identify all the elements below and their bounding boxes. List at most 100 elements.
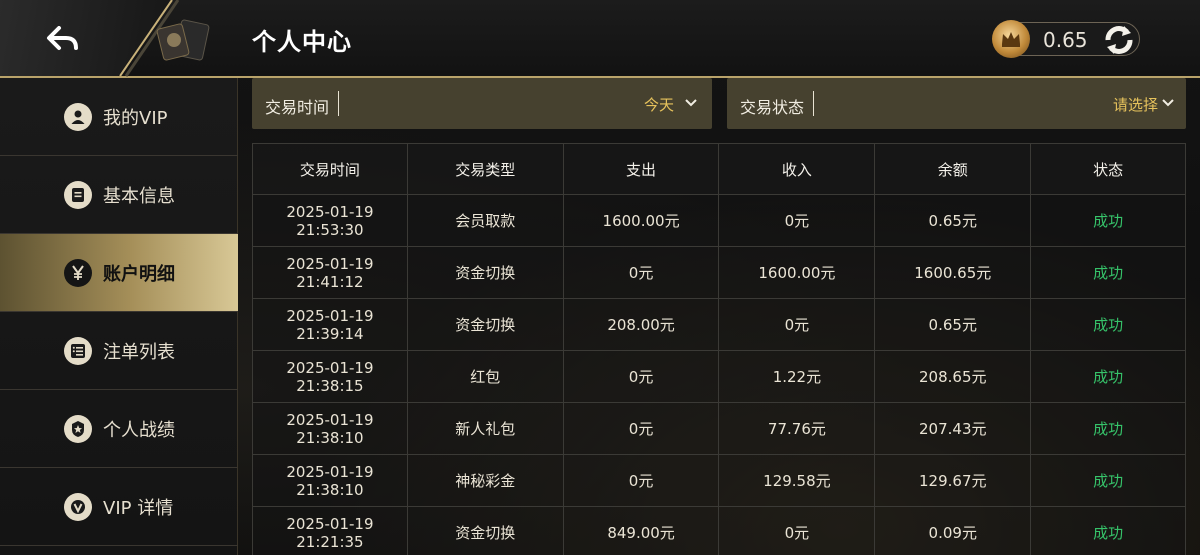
cell-balance: 129.67元 [874, 454, 1032, 507]
sidebar-item-vip-details[interactable]: VIP 详情 [0, 468, 238, 546]
cell-status: 成功 [1030, 454, 1186, 507]
cell-date-text: 2025-01-19 [286, 254, 374, 273]
cell-expense: 0元 [562, 350, 720, 403]
cell-type: 红包 [406, 350, 564, 403]
cell-time-text: 21:41:12 [296, 272, 364, 291]
cell-expense: 1600.00元 [562, 194, 720, 247]
cell-date-text: 2025-01-19 [286, 306, 374, 325]
sidebar-item-bet-list[interactable]: 注单列表 [0, 312, 238, 390]
transaction-status-filter[interactable]: 交易状态 请选择 [727, 78, 1186, 129]
transaction-time-filter[interactable]: 交易时间 今天 [252, 78, 712, 129]
cell-type: 会员取款 [406, 194, 564, 247]
sidebar-item-label: 注单列表 [103, 341, 175, 363]
chevron-down-icon [1162, 99, 1174, 107]
cell-balance: 207.43元 [874, 402, 1032, 455]
cell-income: 129.58元 [718, 454, 876, 507]
cell-time-text: 21:21:35 [296, 532, 364, 551]
cell-time: 2025-01-19 21:38:15 [252, 350, 408, 403]
cell-type: 神秘彩金 [406, 454, 564, 507]
cell-income: 1.22元 [718, 350, 876, 403]
cell-income: 0元 [718, 298, 876, 351]
cell-status: 成功 [1030, 246, 1186, 299]
cell-expense: 849.00元 [562, 506, 720, 555]
cell-balance: 208.65元 [874, 350, 1032, 403]
table-row[interactable]: 2025-01-19 21:21:35 资金切换 849.00元 0元 0.09元… [252, 506, 1186, 555]
crown-coin-icon [992, 20, 1030, 58]
cell-type: 资金切换 [406, 246, 564, 299]
cell-balance: 1600.65元 [874, 246, 1032, 299]
cell-status: 成功 [1030, 194, 1186, 247]
status-filter-value: 请选择 [1113, 96, 1159, 114]
table-row[interactable]: 2025-01-19 21:38:10 神秘彩金 0元 129.58元 129.6… [252, 454, 1186, 507]
back-arrow-icon [47, 26, 78, 50]
time-filter-value: 今天 [644, 96, 675, 114]
cell-expense: 0元 [562, 402, 720, 455]
filter-label: 交易时间 [265, 98, 330, 117]
cell-time: 2025-01-19 21:21:35 [252, 506, 408, 555]
table-row[interactable]: 2025-01-19 21:38:15 红包 0元 1.22元 208.65元 成… [252, 350, 1186, 403]
cell-time-text: 21:38:10 [296, 480, 364, 499]
cell-time-text: 21:38:15 [296, 376, 364, 395]
cell-status: 成功 [1030, 298, 1186, 351]
top-bar: 个人中心 0.65 [0, 0, 1200, 78]
cell-balance: 0.09元 [874, 506, 1032, 555]
cell-time: 2025-01-19 21:38:10 [252, 454, 408, 507]
filter-divider [338, 91, 339, 116]
cell-income: 0元 [718, 194, 876, 247]
cell-expense: 0元 [562, 246, 720, 299]
column-header: 支出 [562, 143, 720, 195]
cell-income: 0元 [718, 506, 876, 555]
cell-expense: 208.00元 [562, 298, 720, 351]
sidebar-item-label: VIP 详情 [103, 497, 174, 519]
cell-balance: 0.65元 [874, 194, 1032, 247]
cell-date-text: 2025-01-19 [286, 410, 374, 429]
cell-date-text: 2025-01-19 [286, 202, 374, 221]
sidebar-item-label: 账户明细 [103, 263, 175, 285]
cell-time: 2025-01-19 21:53:30 [252, 194, 408, 247]
sidebar-item-account-details[interactable]: 账户明细 [0, 234, 238, 312]
column-header: 交易时间 [252, 143, 408, 195]
column-header: 收入 [718, 143, 876, 195]
table-row[interactable]: 2025-01-19 21:53:30 会员取款 1600.00元 0元 0.65… [252, 194, 1186, 247]
sidebar-item-personal-record[interactable]: 个人战绩 [0, 390, 238, 468]
transactions-table: 交易时间 交易类型 支出 收入 余额 状态 2025-01-19 21:53:30… [252, 143, 1186, 555]
cell-time: 2025-01-19 21:39:14 [252, 298, 408, 351]
balance-value: 0.65 [1043, 28, 1088, 52]
cell-time: 2025-01-19 21:38:10 [252, 402, 408, 455]
cell-type: 新人礼包 [406, 402, 564, 455]
cell-time-text: 21:38:10 [296, 428, 364, 447]
chevron-down-icon [685, 99, 697, 107]
sidebar-item-label: 我的VIP [103, 107, 168, 129]
cell-type: 资金切换 [406, 298, 564, 351]
table-row[interactable]: 2025-01-19 21:39:14 资金切换 208.00元 0元 0.65元… [252, 298, 1186, 351]
back-button[interactable] [38, 18, 88, 60]
column-header: 交易类型 [406, 143, 564, 195]
sidebar-item-label: 基本信息 [103, 185, 175, 207]
column-header: 状态 [1030, 143, 1186, 195]
list-icon [64, 336, 92, 365]
user-icon [64, 102, 92, 131]
refresh-icon[interactable] [1100, 22, 1138, 58]
sidebar-item-label: 个人战绩 [103, 419, 175, 441]
cell-income: 77.76元 [718, 402, 876, 455]
medal-icon [64, 414, 92, 443]
cell-balance: 0.65元 [874, 298, 1032, 351]
filter-label: 交易状态 [740, 98, 805, 117]
table-row[interactable]: 2025-01-19 21:38:10 新人礼包 0元 77.76元 207.43… [252, 402, 1186, 455]
vip-badge-icon [64, 492, 92, 521]
table-row[interactable]: 2025-01-19 21:41:12 资金切换 0元 1600.00元 1600… [252, 246, 1186, 299]
cards-decoration-icon [156, 19, 210, 61]
cell-time-text: 21:53:30 [296, 220, 364, 239]
sidebar-item-my-vip[interactable]: 我的VIP [0, 78, 238, 156]
cell-time: 2025-01-19 21:41:12 [252, 246, 408, 299]
cell-status: 成功 [1030, 402, 1186, 455]
cell-time-text: 21:39:14 [296, 324, 364, 343]
yen-icon [64, 258, 92, 287]
cell-date-text: 2025-01-19 [286, 358, 374, 377]
column-header: 余额 [874, 143, 1032, 195]
cell-date-text: 2025-01-19 [286, 514, 374, 533]
sidebar: 我的VIP 基本信息 账户明细 注单列表 个人战绩 VIP 详情 [0, 78, 238, 555]
cell-status: 成功 [1030, 350, 1186, 403]
sidebar-item-basic-info[interactable]: 基本信息 [0, 156, 238, 234]
cell-status: 成功 [1030, 506, 1186, 555]
